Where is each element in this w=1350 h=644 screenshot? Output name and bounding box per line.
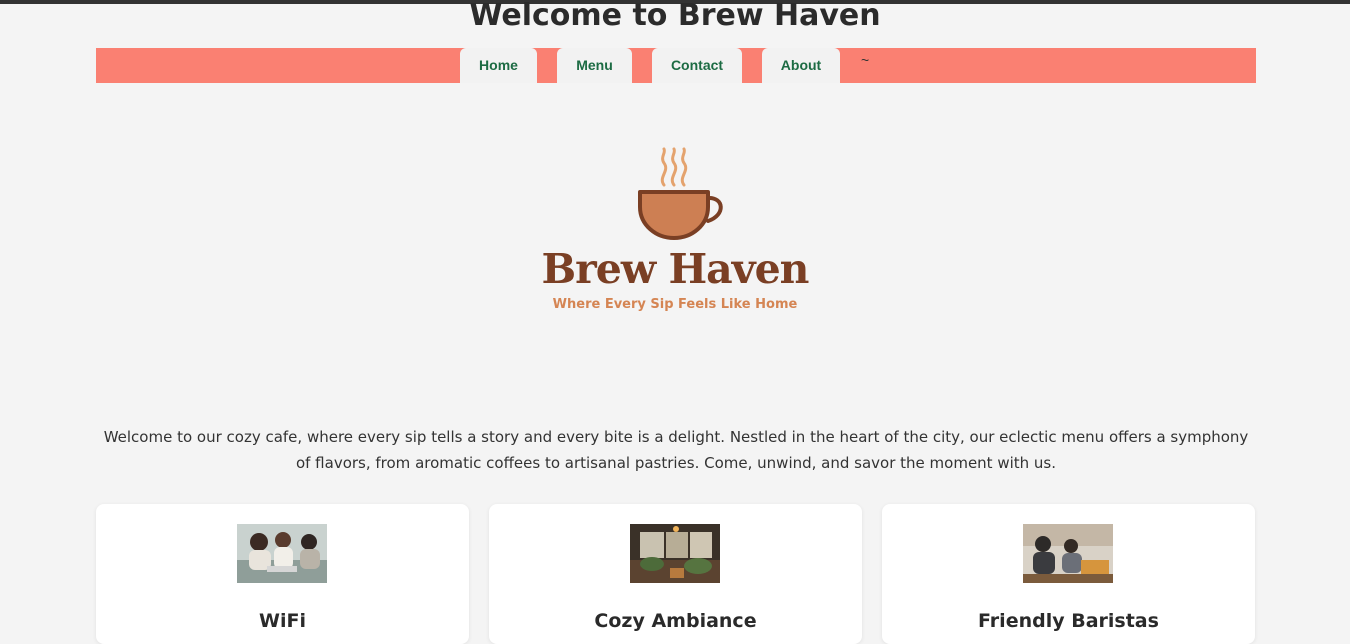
coffee-cup-icon [638,147,723,240]
wifi-photo [237,524,327,583]
nav-item-about[interactable]: About [762,48,840,83]
feature-title: WiFi [259,610,306,632]
brand-tagline: Where Every Sip Feels Like Home [552,297,798,312]
brand-name: Brew Haven [541,245,810,293]
cafe-interior-photo [630,524,720,583]
feature-card-wifi: WiFi [96,504,469,644]
feature-card-cozy-ambiance: Cozy Ambiance [489,504,862,644]
page-title: Welcome to Brew Haven [469,0,881,33]
feature-title: Friendly Baristas [978,610,1159,632]
baristas-photo [1023,524,1113,583]
intro-text: Welcome to our cozy cafe, where every si… [103,428,1249,472]
brand-logo: Brew Haven Where Every Sip Feels Like Ho… [540,145,810,325]
nav-item-menu[interactable]: Menu [557,48,632,83]
nav-bar: Home Menu Contact About ~ [96,48,1256,83]
feature-title: Cozy Ambiance [594,610,757,632]
nav-item-contact[interactable]: Contact [652,48,742,83]
feature-card-friendly-baristas: Friendly Baristas [882,504,1255,644]
nav-item-home[interactable]: Home [460,48,537,83]
nav-extra-mark: ~ [861,52,870,68]
